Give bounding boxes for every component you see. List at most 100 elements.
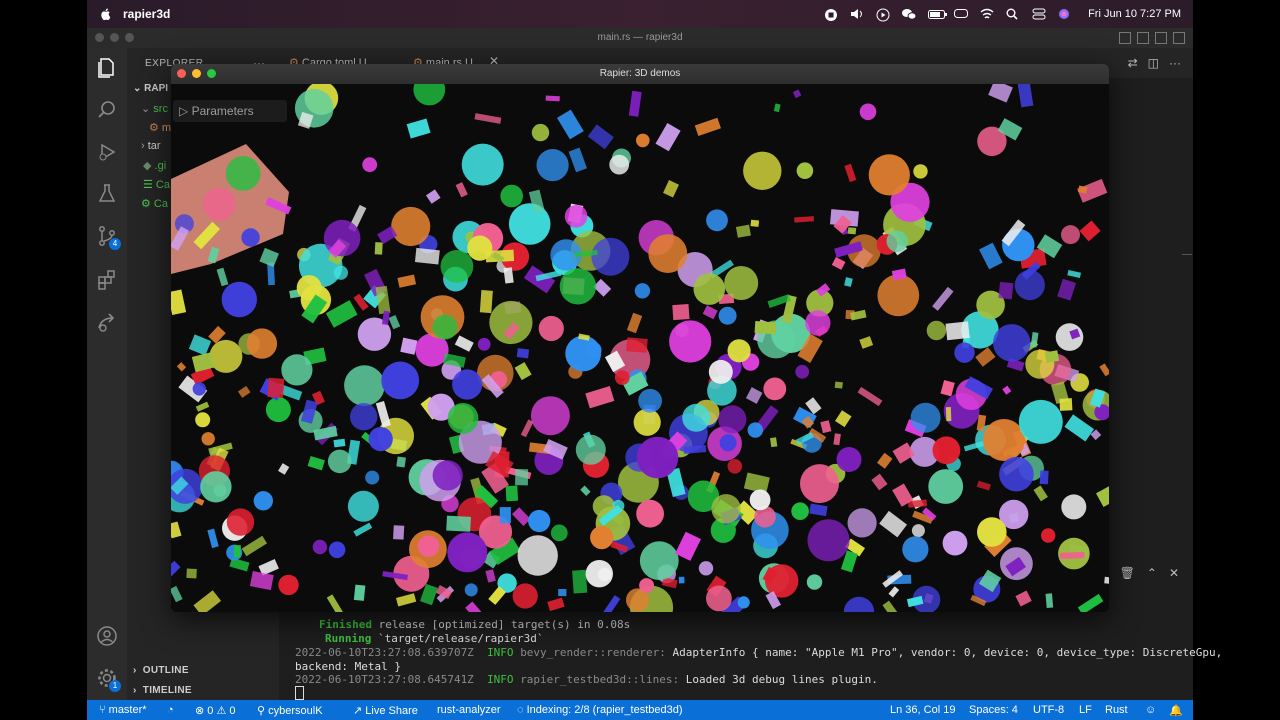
ball-body	[693, 273, 726, 305]
ball-body	[538, 315, 564, 342]
ball-body	[461, 143, 504, 186]
encoding-item[interactable]: UTF-8	[1033, 704, 1064, 716]
box-body	[267, 377, 285, 398]
accounts-icon[interactable]	[95, 624, 119, 648]
ball-body	[636, 133, 650, 148]
record-stop-icon[interactable]	[824, 8, 838, 21]
cursor-position-item[interactable]: Ln 36, Col 19	[890, 704, 955, 716]
editor-more-icon[interactable]: ···	[1169, 56, 1181, 70]
ball-body	[575, 434, 606, 465]
tree-item-gitignore[interactable]: ◆ .gi	[143, 159, 166, 172]
tree-item-cargo-toml[interactable]: ⚙ Ca	[141, 197, 168, 210]
ball-body	[993, 324, 1031, 362]
ball-body	[719, 434, 737, 452]
indexing-item[interactable]: ◌ Indexing: 2/8 (rapier_testbed3d)	[517, 704, 683, 716]
outline-section[interactable]: › OUTLINE	[133, 665, 189, 676]
ball-body	[500, 184, 523, 208]
ball-body	[859, 103, 877, 121]
ball-body	[253, 491, 273, 511]
vscode-zoom-button[interactable]	[125, 33, 134, 42]
timeline-section[interactable]: › TIMELINE	[133, 685, 192, 696]
ball-body	[910, 402, 941, 433]
box-body	[393, 525, 405, 540]
feedback-icon[interactable]: ☺	[1145, 704, 1156, 716]
ball-body	[564, 205, 588, 228]
extensions-icon[interactable]	[95, 268, 119, 292]
menu-clock[interactable]: Fri Jun 10 7:27 PM	[1088, 8, 1181, 20]
rapier-window-controls	[177, 69, 216, 78]
eol-item[interactable]: LF	[1079, 704, 1092, 716]
explorer-files-icon[interactable]	[95, 56, 119, 80]
language-item[interactable]: Rust	[1105, 704, 1128, 716]
rapier-close-button[interactable]	[177, 69, 186, 78]
ball-body	[432, 314, 458, 340]
ball-body	[743, 151, 782, 190]
open-changes-icon[interactable]: ⇄	[1128, 56, 1138, 70]
vscode-minimize-button[interactable]	[110, 33, 119, 42]
search-icon[interactable]	[95, 98, 119, 122]
physics-scene-viewport[interactable]	[171, 84, 1109, 612]
ball-body	[221, 281, 257, 318]
ball-body	[639, 541, 679, 581]
tree-item-target[interactable]: › tar	[141, 140, 161, 152]
ball-body	[727, 339, 751, 363]
close-panel-icon[interactable]: ✕	[1169, 566, 1179, 580]
toggle-sidebar-icon[interactable]	[1119, 32, 1131, 44]
kill-terminal-icon[interactable]: 🗑	[1120, 566, 1135, 580]
ball-body	[836, 447, 862, 472]
source-control-icon[interactable]: 4	[95, 224, 121, 250]
project-folder-header[interactable]: ⌄ RAPI	[133, 83, 168, 94]
ball-body	[639, 578, 655, 594]
indentation-item[interactable]: Spaces: 4	[969, 704, 1018, 716]
sync-icon[interactable]: ◔	[167, 704, 174, 716]
box-body	[572, 569, 588, 594]
toggle-panel-icon[interactable]	[1137, 32, 1149, 44]
maximize-panel-icon[interactable]: ⌃	[1147, 566, 1157, 580]
run-debug-icon[interactable]	[95, 140, 119, 164]
spotlight-search-icon[interactable]	[1006, 8, 1020, 20]
rust-analyzer-item[interactable]: rust-analyzer	[437, 704, 501, 716]
menu-extras: Fri Jun 10 7:27 PM	[824, 0, 1181, 28]
box-body	[770, 437, 778, 448]
active-app-name[interactable]: rapier3d	[123, 7, 170, 21]
wechat-icon[interactable]	[902, 8, 917, 20]
layout-controls	[1119, 32, 1185, 44]
battery-icon[interactable]	[928, 8, 948, 20]
split-editor-icon[interactable]: ◫	[1148, 56, 1159, 70]
problems-item[interactable]: ⊗ 0 ⚠ 0	[195, 704, 236, 717]
tree-item-src[interactable]: ⌄ src	[141, 102, 168, 115]
wifi-icon[interactable]	[980, 8, 994, 20]
ball-body	[365, 470, 380, 485]
siri-icon[interactable]	[1058, 8, 1072, 20]
notifications-icon[interactable]: 🔔	[1169, 704, 1183, 717]
ball-body	[452, 369, 483, 400]
tree-item-main[interactable]: ⚙ m	[149, 121, 171, 134]
control-center-icon[interactable]	[1032, 8, 1046, 20]
apple-icon[interactable]	[99, 7, 113, 21]
screen-mirroring-icon[interactable]	[954, 8, 969, 20]
ball-body	[682, 403, 711, 432]
ball-body	[225, 156, 261, 191]
play-icon[interactable]	[876, 8, 890, 22]
box-body	[396, 456, 406, 468]
tree-item-cargo-lock[interactable]: ☰ Ca	[143, 178, 170, 191]
live-share-item[interactable]: ↗ Live Share	[353, 704, 418, 717]
vscode-close-button[interactable]	[95, 33, 104, 42]
rapier-demo-window[interactable]: Rapier: 3D demos ▷ Parameters	[171, 64, 1109, 612]
ball-body	[727, 459, 743, 474]
user-item[interactable]: ⚲ cybersoulK	[257, 704, 323, 717]
box-body	[1044, 350, 1060, 364]
toggle-secondary-sidebar-icon[interactable]	[1155, 32, 1167, 44]
git-branch-item[interactable]: ⑂ master*	[99, 704, 147, 716]
testing-icon[interactable]	[95, 182, 119, 206]
rapier-minimize-button[interactable]	[192, 69, 201, 78]
ball-body	[928, 469, 964, 504]
rapier-zoom-button[interactable]	[207, 69, 216, 78]
customize-layout-icon[interactable]	[1173, 32, 1185, 44]
volume-icon[interactable]	[850, 8, 864, 20]
scrollbar-marker	[1182, 254, 1192, 255]
source-control-badge: 4	[109, 238, 121, 250]
parameters-panel-toggle[interactable]: ▷ Parameters	[173, 100, 287, 122]
remote-explorer-icon[interactable]	[95, 310, 119, 334]
manage-gear-icon[interactable]: 1	[95, 666, 121, 692]
